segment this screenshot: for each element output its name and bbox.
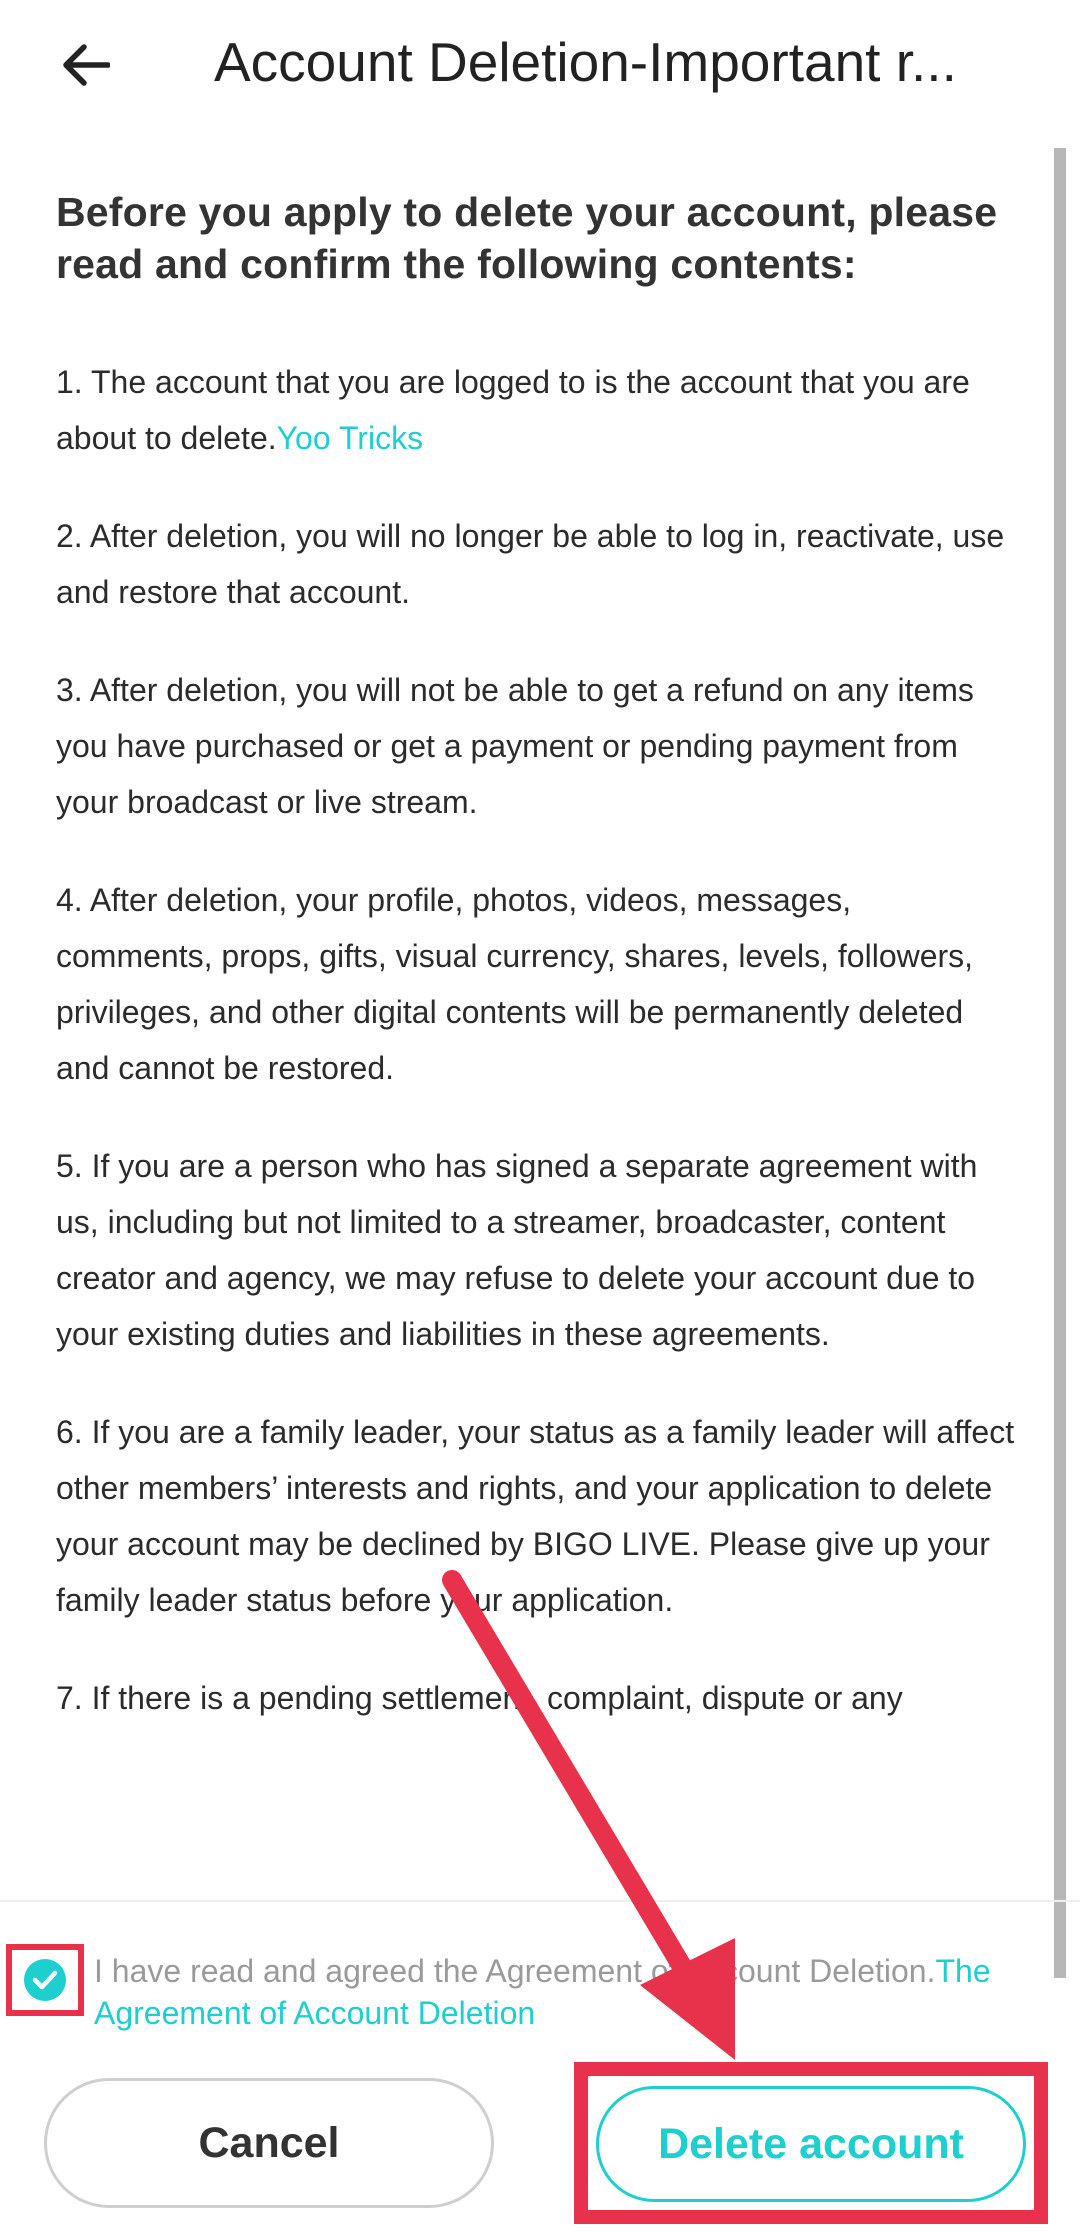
agreement-text: I have read and agreed the Agreement of …	[94, 1950, 1064, 2034]
term-item-6: 6. If you are a family leader, your stat…	[56, 1414, 1015, 1618]
top-app-bar: Account Deletion-Important r...	[0, 0, 1080, 130]
term-item-1: 1. The account that you are logged to is…	[56, 354, 1016, 466]
back-button[interactable]	[50, 30, 120, 100]
scrollbar[interactable]	[1054, 148, 1066, 1978]
arrow-left-icon	[63, 44, 110, 86]
agreement-row: I have read and agreed the Agreement of …	[0, 1910, 1080, 2031]
cancel-button[interactable]: Cancel	[44, 2078, 494, 2208]
check-icon	[32, 1970, 58, 1990]
agreement-checkbox[interactable]	[24, 1959, 66, 2001]
agreement-statement: I have read and agreed the Agreement of …	[94, 1953, 936, 1989]
term-item-3: 3. After deletion, you will not be able …	[56, 672, 974, 820]
term-item-5: 5. If you are a person who has signed a …	[56, 1148, 978, 1352]
term-item-4: 4. After deletion, your profile, photos,…	[56, 882, 974, 1086]
term-item-1-text: 1. The account that you are logged to is…	[56, 364, 970, 456]
footer-divider	[0, 1900, 1080, 1902]
agreement-checkbox-highlight	[6, 1944, 84, 2016]
intro-heading: Before you apply to delete your account,…	[56, 189, 998, 287]
term-item-7: 7. If there is a pending settlement, com…	[56, 1680, 903, 1716]
delete-account-button[interactable]: Delete account	[596, 2086, 1026, 2202]
yoo-tricks-link[interactable]: Yoo Tricks	[277, 420, 423, 456]
term-item-2: 2. After deletion, you will no longer be…	[56, 518, 1005, 610]
page-title: Account Deletion-Important r...	[214, 31, 957, 93]
terms-content[interactable]: Before you apply to delete your account,…	[56, 180, 1016, 1900]
